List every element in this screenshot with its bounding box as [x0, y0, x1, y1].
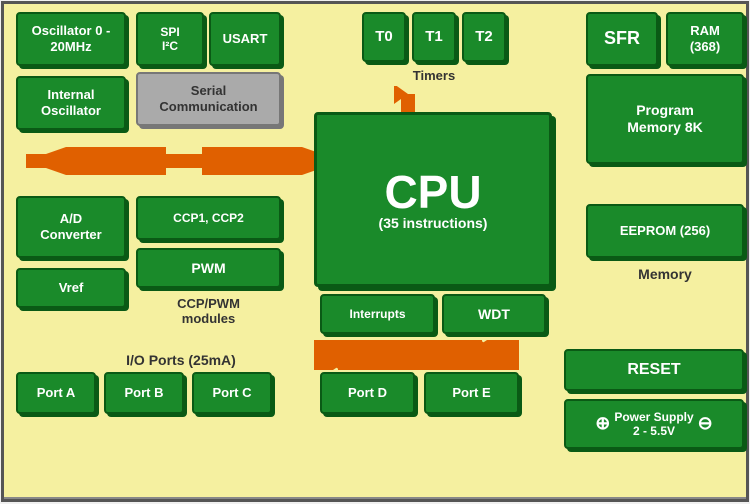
main-board: Oscillator 0 - 20MHz Internal Oscillator… [1, 1, 749, 502]
wdt-block: WDT [442, 294, 546, 334]
power-supply-block: ⊕ Power Supply2 - 5.5V ⊖ [564, 399, 744, 449]
oscillator-block: Oscillator 0 - 20MHz [16, 12, 126, 66]
t0-block: T0 [362, 12, 406, 62]
cpu-sub: (35 instructions) [379, 215, 488, 231]
internal-oscillator-block: Internal Oscillator [16, 76, 126, 130]
cpu-title: CPU [384, 169, 481, 215]
interrupts-block: Interrupts [320, 294, 435, 334]
pwm-block: PWM [136, 248, 281, 288]
cpu-block: CPU (35 instructions) [314, 112, 552, 287]
memory-label: Memory [586, 266, 744, 282]
io-arrows-bottom [314, 340, 519, 370]
port-d-block: Port D [320, 372, 415, 414]
io-ports-label: I/O Ports (25mA) [16, 352, 346, 368]
timers-label: Timers [362, 68, 506, 83]
t1-block: T1 [412, 12, 456, 62]
ccp1-ccp2-block: CCP1, CCP2 [136, 196, 281, 240]
reset-block: RESET [564, 349, 744, 391]
port-a-block: Port A [16, 372, 96, 414]
port-b-block: Port B [104, 372, 184, 414]
spi-i2c-block: SPII²C [136, 12, 204, 66]
usart-block: USART [209, 12, 281, 66]
plus-icon: ⊕ [595, 413, 610, 435]
bus-arrow-left [14, 147, 354, 175]
port-c-block: Port C [192, 372, 272, 414]
power-label: Power Supply2 - 5.5V [614, 410, 693, 439]
ccp-pwm-label: CCP/PWMmodules [136, 296, 281, 326]
t2-block: T2 [462, 12, 506, 62]
vref-block: Vref [16, 268, 126, 308]
ram-block: RAM(368) [666, 12, 744, 66]
ad-converter-block: A/DConverter [16, 196, 126, 258]
serial-comm-block: SerialCommunication [136, 72, 281, 126]
program-memory-block: ProgramMemory 8K [586, 74, 744, 164]
sfr-block: SFR [586, 12, 658, 66]
eeprom-block: EEPROM (256) [586, 204, 744, 258]
port-e-block: Port E [424, 372, 519, 414]
minus-icon: ⊖ [698, 413, 713, 435]
